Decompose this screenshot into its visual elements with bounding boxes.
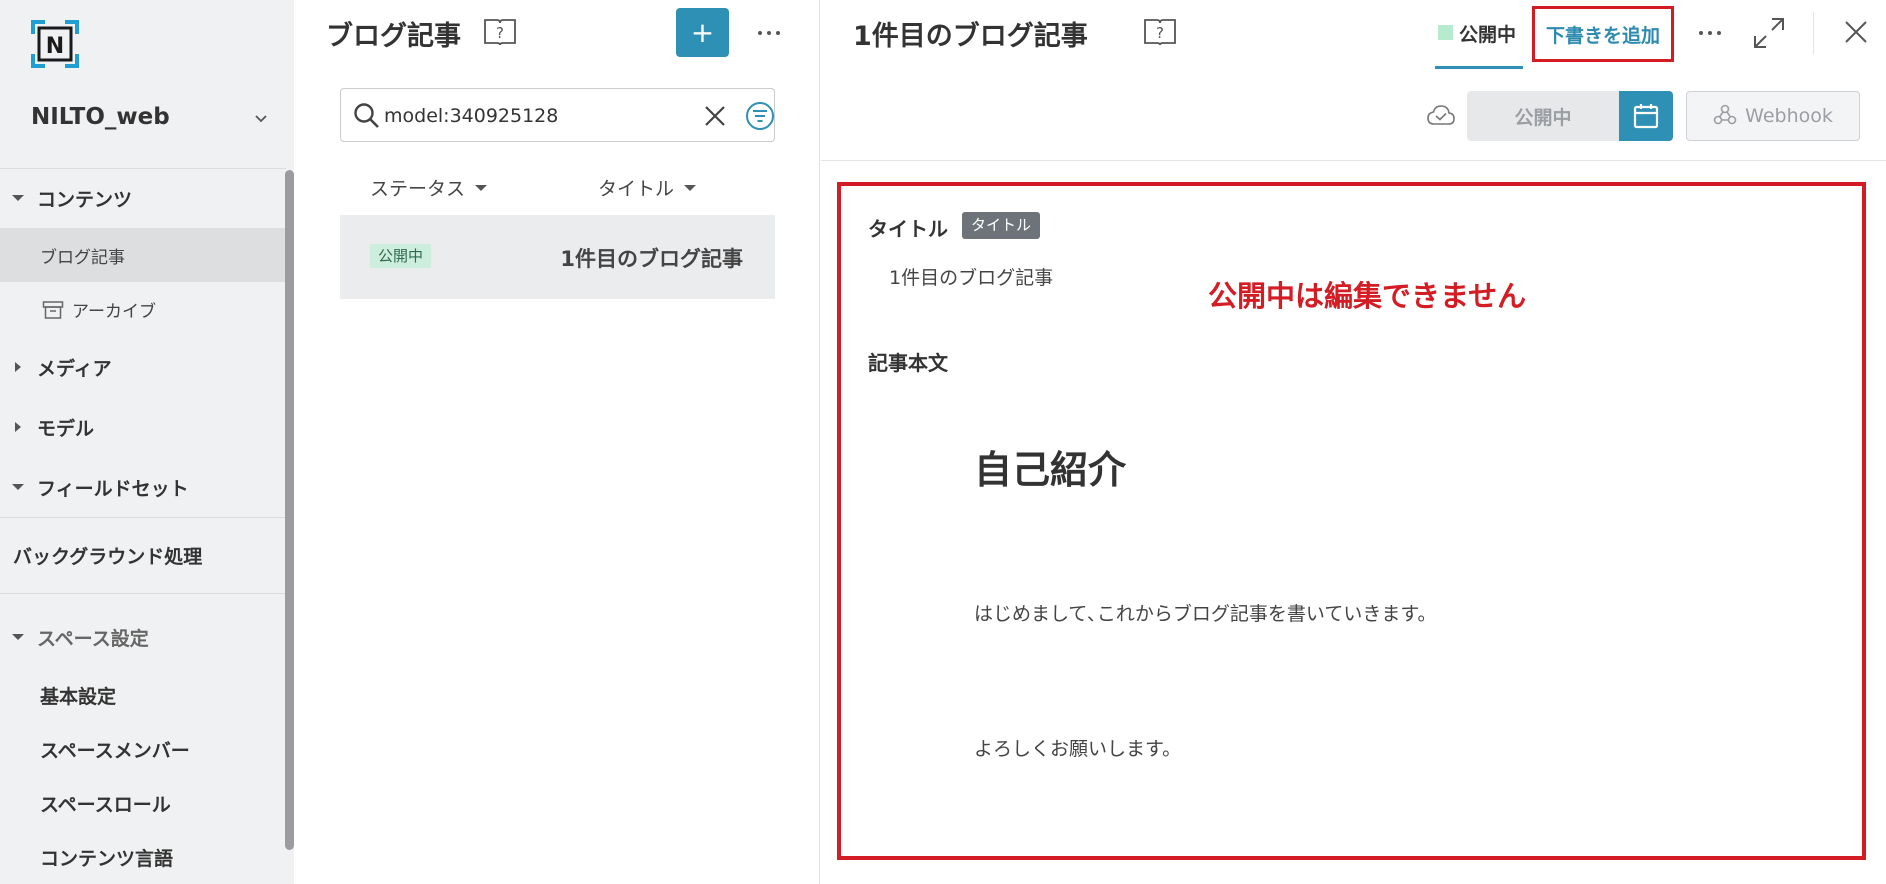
sidebar-item-archive[interactable]: アーカイブ (0, 282, 286, 336)
tab-label: 公開中 (1459, 24, 1517, 46)
field-type-badge: タイトル (962, 212, 1041, 239)
calendar-icon (1633, 103, 1659, 133)
sidebar-section-label: スペース設定 (37, 627, 149, 650)
more-options-icon[interactable] (758, 28, 780, 38)
field-title-label: タイトル (868, 217, 948, 241)
sidebar-section-content[interactable]: コンテンツ (0, 178, 286, 218)
sidebar-item-space-members[interactable]: スペースメンバー (0, 729, 286, 769)
caret-right-icon (15, 422, 21, 432)
sidebar-section-fieldset[interactable]: フィールドセット (0, 467, 286, 507)
svg-text:N: N (46, 34, 64, 59)
sidebar-item-label: ブログ記事 (40, 247, 125, 268)
sidebar-item-background[interactable]: バックグラウンド処理 (0, 535, 286, 575)
sidebar-item-content-language[interactable]: コンテンツ言語 (0, 837, 286, 877)
help-book-icon[interactable]: ? (1143, 17, 1177, 47)
sidebar-item-label: 基本設定 (40, 685, 117, 708)
read-only-notice: 公開中は編集できません (1208, 279, 1527, 313)
search-input[interactable] (384, 99, 684, 133)
sidebar-section-label: メディア (37, 357, 112, 380)
divider (0, 593, 286, 594)
sidebar-scrollbar[interactable] (285, 170, 294, 850)
detail-title: 1件目のブログ記事 (853, 21, 1088, 52)
add-draft-button[interactable]: 下書きを追加 (1532, 6, 1674, 62)
column-header-label: タイトル (598, 178, 675, 200)
list-title: ブログ記事 (326, 21, 461, 52)
more-options-icon[interactable] (1699, 28, 1721, 38)
caret-down-icon (684, 184, 697, 191)
caret-down-icon (12, 195, 24, 201)
sidebar: N NILTO_web コンテンツ ブログ記事 アーカイブ メディア モデル フ… (0, 0, 294, 884)
sidebar-section-model[interactable]: モデル (0, 407, 286, 447)
table-row[interactable]: 公開中 1件目のブログ記事 (340, 215, 775, 299)
space-name[interactable]: NILTO_web (31, 104, 170, 130)
tab-published[interactable]: 公開中 (1435, 0, 1523, 70)
sidebar-section-label: モデル (37, 417, 95, 440)
column-header-title[interactable]: タイトル (598, 174, 697, 201)
sidebar-item-label: アーカイブ (72, 301, 156, 322)
svg-text:?: ? (496, 24, 504, 42)
divider (0, 517, 286, 518)
search-box[interactable] (340, 88, 775, 142)
cloud-check-icon (1426, 104, 1456, 126)
svg-text:?: ? (1156, 24, 1164, 42)
status-square-icon (1438, 25, 1453, 40)
caret-right-icon (15, 362, 21, 372)
archive-box-icon (42, 300, 64, 320)
tab-underline (1435, 66, 1523, 69)
filter-icon[interactable] (745, 101, 775, 131)
list-panel: ブログ記事 ? + ステータス タイトル 公開中 1件目のブログ記事 (294, 0, 820, 884)
status-badge: 公開中 (370, 244, 432, 268)
divider (1813, 12, 1814, 54)
sidebar-section-label: フィールドセット (37, 477, 189, 500)
column-header-status[interactable]: ステータス (370, 174, 488, 201)
field-body-label: 記事本文 (868, 351, 948, 375)
sidebar-section-media[interactable]: メディア (0, 347, 286, 387)
close-icon[interactable] (703, 104, 727, 128)
nilto-logo-icon[interactable]: N (31, 20, 79, 68)
webhook-button[interactable]: Webhook (1686, 91, 1860, 141)
webhook-icon (1713, 103, 1737, 130)
caret-down-icon (12, 484, 24, 490)
sidebar-section-space-settings[interactable]: スペース設定 (0, 617, 286, 657)
sidebar-section-label: コンテンツ (37, 188, 133, 211)
webhook-label: Webhook (1745, 105, 1833, 127)
help-book-icon[interactable]: ? (483, 17, 517, 47)
divider (821, 160, 1886, 161)
search-icon (353, 102, 381, 130)
sidebar-item-label: スペースロール (40, 793, 171, 816)
status-button[interactable]: 公開中 (1467, 91, 1619, 141)
schedule-button[interactable] (1619, 91, 1673, 141)
close-icon[interactable] (1844, 20, 1868, 44)
column-header-label: ステータス (370, 178, 466, 200)
sidebar-item-label: コンテンツ言語 (40, 847, 174, 870)
field-title-value: 1件目のブログ記事 (889, 267, 1054, 289)
body-paragraph: よろしくお願いします。 (974, 738, 1182, 760)
body-paragraph: はじめまして､これからブログ記事を書いていきます。 (974, 603, 1437, 625)
detail-panel: 1件目のブログ記事 ? 公開中 下書きを追加 公開中 Webhook タイトル … (821, 0, 1886, 884)
expand-icon[interactable] (1752, 16, 1786, 50)
sidebar-section-label: バックグラウンド処理 (13, 545, 203, 568)
chevron-down-icon[interactable] (253, 111, 269, 127)
divider (0, 168, 286, 169)
row-title: 1件目のブログ記事 (560, 247, 743, 271)
sidebar-item-blog[interactable]: ブログ記事 (0, 228, 286, 282)
caret-down-icon (475, 184, 488, 191)
sidebar-item-basic-settings[interactable]: 基本設定 (0, 675, 286, 715)
sidebar-item-space-roles[interactable]: スペースロール (0, 783, 286, 823)
caret-down-icon (12, 634, 24, 640)
add-button[interactable]: + (676, 8, 729, 57)
body-heading: 自己紹介 (974, 448, 1127, 492)
sidebar-item-label: スペースメンバー (40, 739, 190, 762)
content-edit-area: タイトル タイトル 1件目のブログ記事 公開中は編集できません 記事本文 自己紹… (837, 182, 1866, 860)
